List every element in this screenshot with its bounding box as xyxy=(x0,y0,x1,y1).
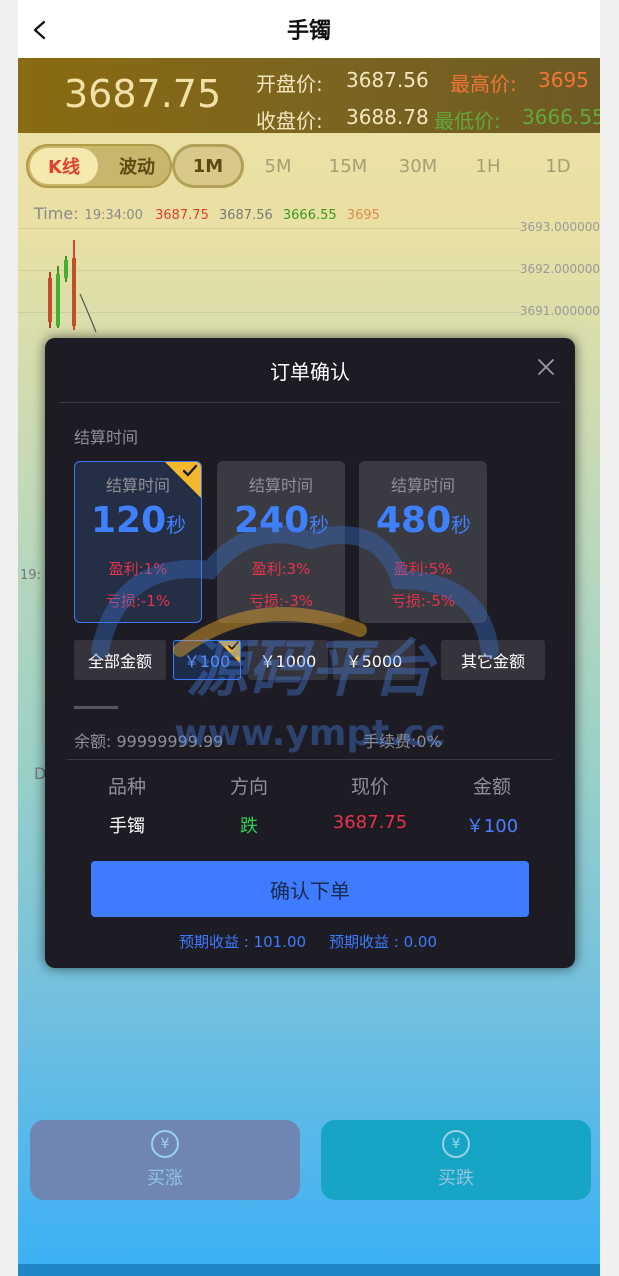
time-option-120[interactable]: 结算时间 120秒 盈利:1% 亏损:-1% xyxy=(74,461,202,623)
time-card-profit: 盈利:3% xyxy=(251,560,311,578)
order-confirm-dialog: 订单确认 结算时间 结算时间 120秒 盈利:1% 亏损:-1% 结算时间 24… xyxy=(45,338,575,968)
fee-text: 手续费:0% xyxy=(363,732,442,751)
divider xyxy=(74,706,118,709)
col-header-product: 品种 xyxy=(107,776,146,798)
col-header-direction: 方向 xyxy=(229,776,268,798)
close-icon[interactable] xyxy=(537,358,555,376)
time-card-header: 结算时间 xyxy=(390,476,455,495)
time-card-loss: 亏损:-5% xyxy=(390,592,456,610)
check-icon xyxy=(182,464,198,477)
modal-overlay: 订单确认 结算时间 结算时间 120秒 盈利:1% 亏损:-1% 结算时间 24… xyxy=(0,0,619,1276)
time-card-loss: 亏损:-3% xyxy=(248,592,314,610)
check-icon xyxy=(228,641,239,650)
confirm-order-button[interactable]: 确认下单 xyxy=(91,861,529,917)
divider xyxy=(59,402,561,403)
divider xyxy=(67,759,553,760)
col-header-price: 现价 xyxy=(350,776,389,798)
time-card-profit: 盈利:1% xyxy=(108,560,168,578)
time-card-seconds: 480秒 xyxy=(376,500,472,541)
expected-profit-text: 预期收益 : 101.00 xyxy=(179,933,307,951)
col-header-amount: 金额 xyxy=(472,776,511,798)
amount-1000-button[interactable]: ￥1000 xyxy=(248,640,328,680)
expected-loss-text: 预期收益 : 0.00 xyxy=(329,933,437,951)
amount-5000-button[interactable]: ￥5000 xyxy=(333,640,415,680)
time-card-seconds: 240秒 xyxy=(234,500,330,541)
amount-all-button[interactable]: 全部金额 xyxy=(74,640,166,680)
amount-100-button[interactable]: ￥100 xyxy=(173,640,241,680)
order-price: 3687.75 xyxy=(332,812,408,833)
time-card-loss: 亏损:-1% xyxy=(105,592,171,610)
time-card-profit: 盈利:5% xyxy=(393,560,453,578)
dialog-title: 订单确认 xyxy=(270,360,350,384)
order-amount: ￥100 xyxy=(465,816,519,837)
time-card-header: 结算时间 xyxy=(248,476,313,495)
order-product: 手镯 xyxy=(109,816,145,837)
time-option-240[interactable]: 结算时间 240秒 盈利:3% 亏损:-3% xyxy=(217,461,345,623)
time-option-480[interactable]: 结算时间 480秒 盈利:5% 亏损:-5% xyxy=(359,461,487,623)
order-direction: 跌 xyxy=(240,816,258,837)
settle-time-label: 结算时间 xyxy=(74,428,139,447)
amount-other-button[interactable]: 其它金额 xyxy=(441,640,545,680)
time-card-seconds: 120秒 xyxy=(91,500,187,541)
balance-text: 余额: 99999999.99 xyxy=(74,732,224,751)
